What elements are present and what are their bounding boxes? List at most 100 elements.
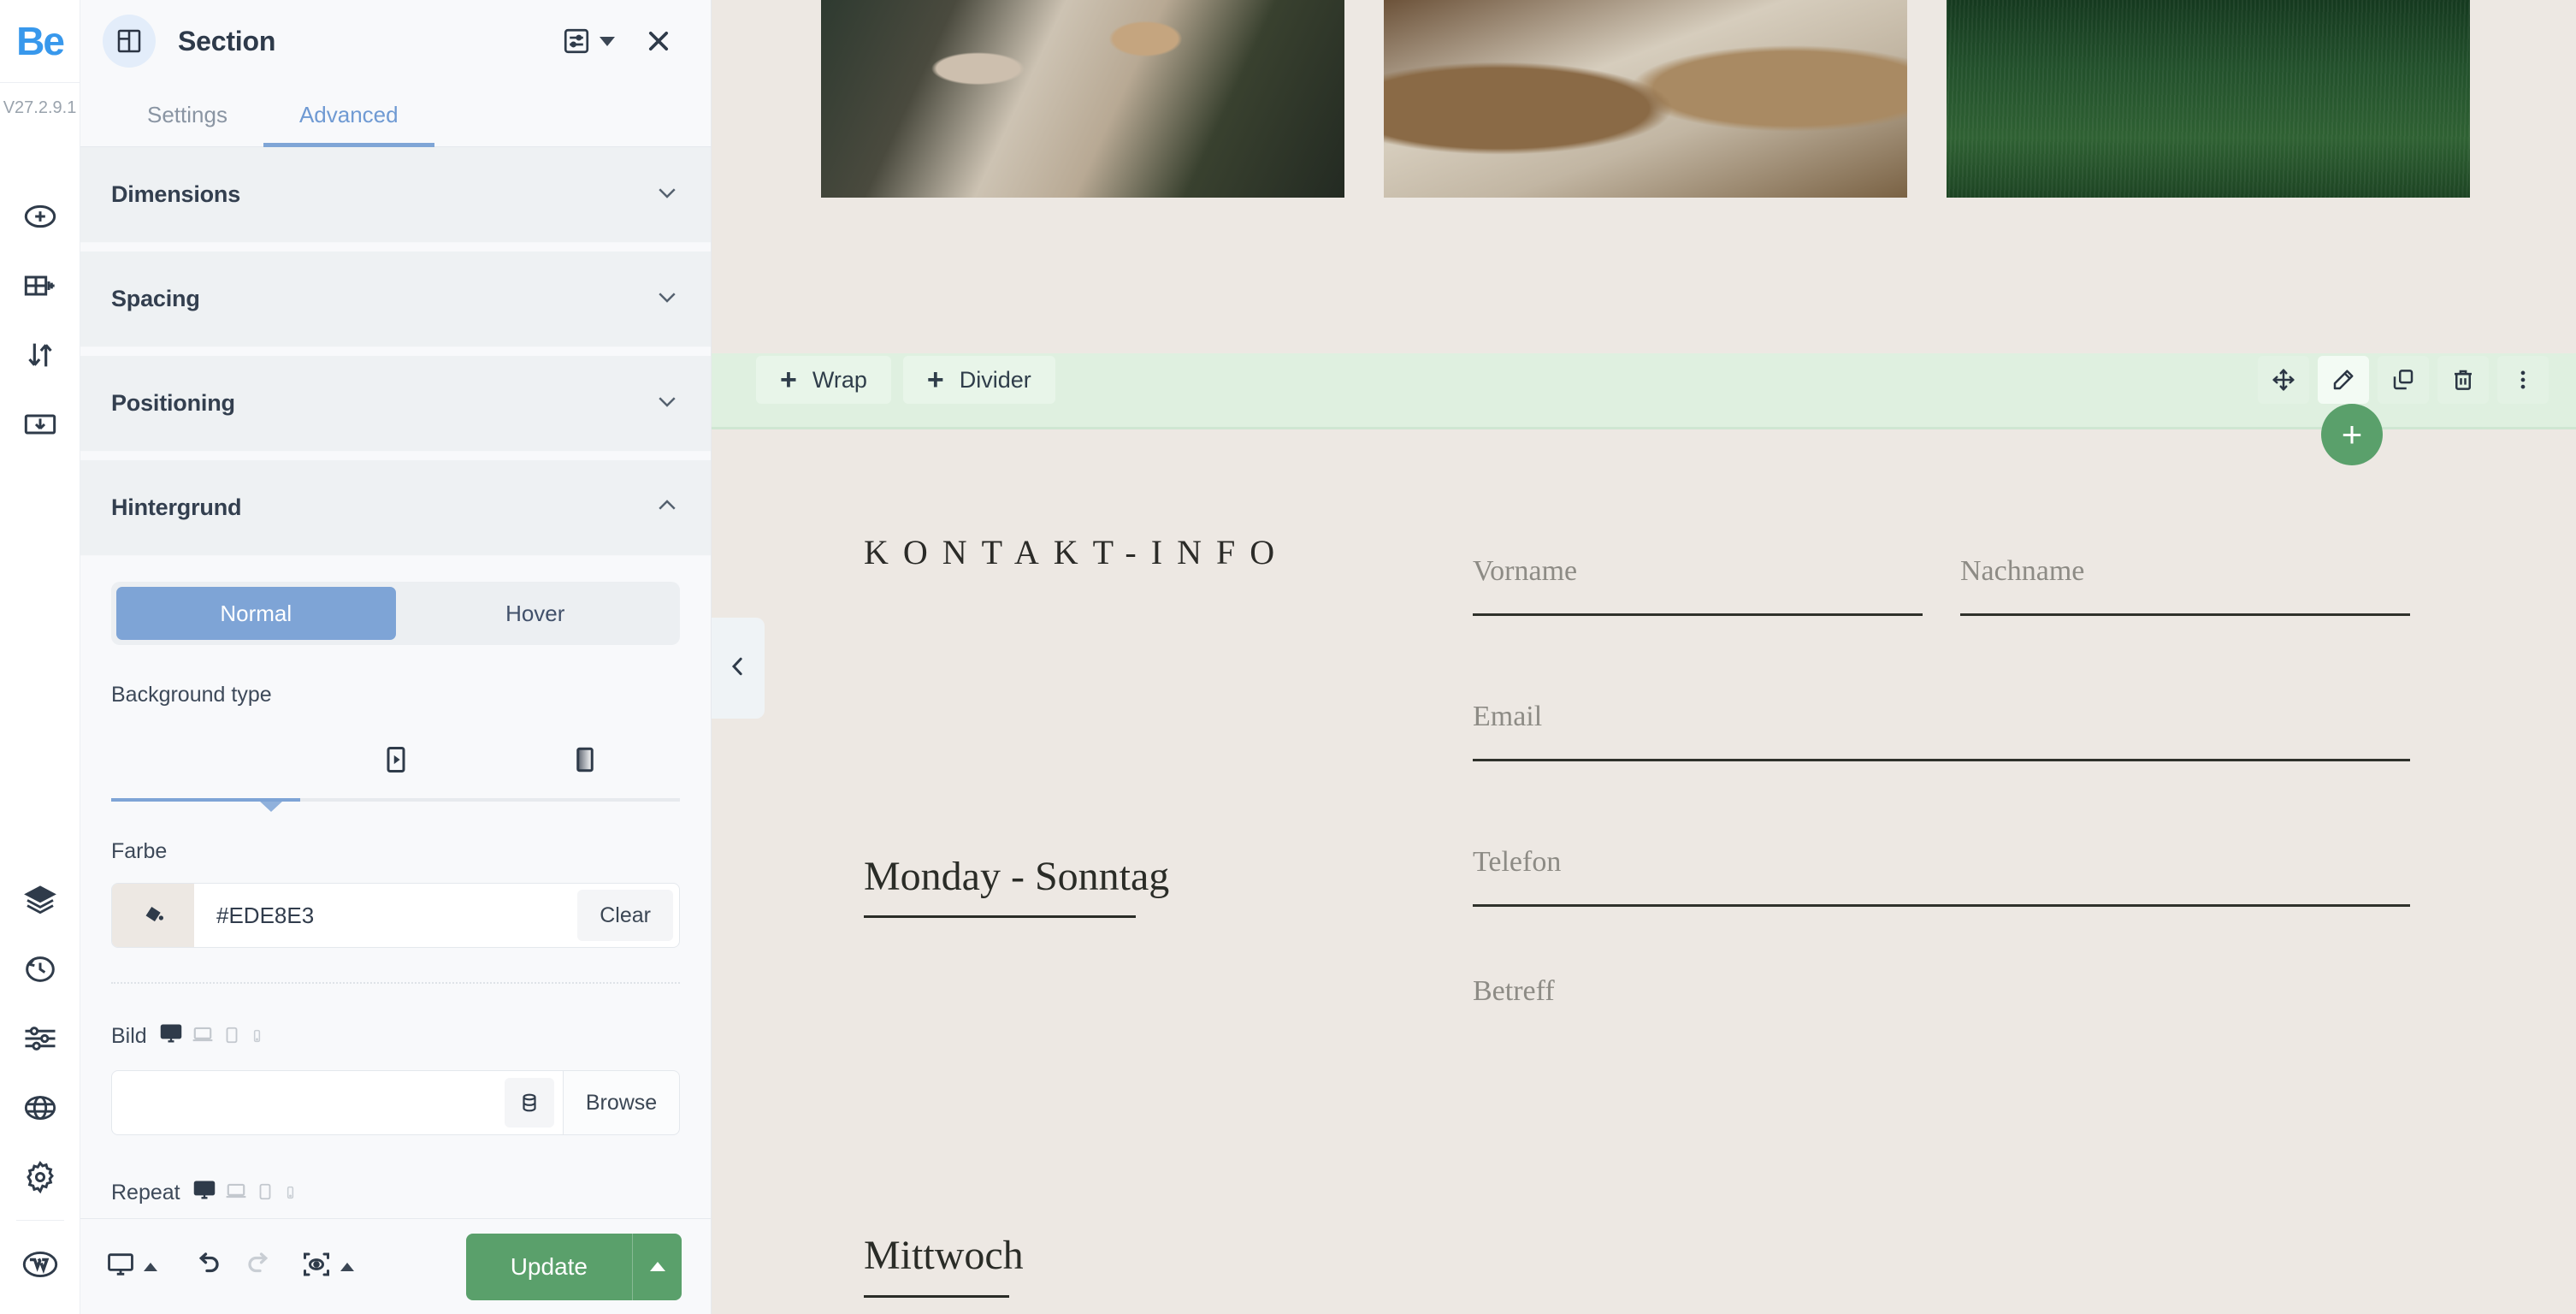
rail-item-global-settings[interactable] bbox=[0, 1003, 80, 1073]
desktop-icon bbox=[106, 1250, 135, 1283]
section-toolbar: + Wrap + Divider bbox=[712, 353, 2576, 406]
phone-input[interactable] bbox=[1473, 832, 2410, 907]
rail-item-history[interactable] bbox=[0, 934, 80, 1003]
viewport-selector[interactable] bbox=[106, 1250, 157, 1283]
element-settings-icon[interactable] bbox=[553, 18, 600, 64]
rail-item-preferences[interactable] bbox=[0, 1142, 80, 1211]
database-icon[interactable] bbox=[505, 1078, 554, 1128]
trash-icon[interactable] bbox=[2437, 356, 2489, 404]
close-icon[interactable] bbox=[635, 18, 682, 64]
rail-item-reorder[interactable] bbox=[0, 320, 80, 389]
state-toggle-hover[interactable]: Hover bbox=[396, 587, 676, 640]
laptop-icon[interactable] bbox=[225, 1180, 247, 1208]
chevron-down-icon[interactable] bbox=[600, 36, 615, 46]
undo-button[interactable] bbox=[192, 1249, 222, 1284]
rail-item-add-element[interactable] bbox=[0, 181, 80, 251]
rail-item-insert-template[interactable] bbox=[0, 389, 80, 459]
color-swatch-button[interactable] bbox=[112, 884, 194, 947]
image-rolling-pin-flour[interactable] bbox=[821, 0, 1344, 198]
chevron-down-icon bbox=[654, 180, 680, 210]
rail-item-website-settings[interactable] bbox=[0, 1073, 80, 1142]
circle-plus-icon bbox=[23, 199, 57, 234]
page-canvas: + Wrap + Divider + KONTAKT-INFO Monday -… bbox=[712, 0, 2576, 1314]
rail-item-wordpress[interactable] bbox=[0, 1229, 80, 1299]
chevron-down-icon bbox=[654, 388, 680, 418]
first-name-input[interactable] bbox=[1473, 541, 1923, 616]
image-path-input[interactable] bbox=[111, 1070, 564, 1135]
accordion-spacing[interactable]: Spacing bbox=[80, 252, 711, 347]
tablet-icon[interactable] bbox=[222, 1025, 241, 1051]
add-divider-button[interactable]: + Divider bbox=[902, 356, 1055, 404]
page-title: Section bbox=[178, 25, 276, 56]
preview-button[interactable] bbox=[301, 1249, 354, 1284]
desktop-icon[interactable] bbox=[159, 1021, 183, 1051]
redo-button[interactable] bbox=[245, 1249, 275, 1284]
desktop-icon[interactable] bbox=[192, 1178, 216, 1208]
background-type-video[interactable] bbox=[301, 737, 491, 786]
phone-icon[interactable] bbox=[250, 1027, 264, 1051]
image-green-field[interactable] bbox=[1947, 0, 2470, 198]
gradient-icon bbox=[570, 744, 600, 779]
opening-hours-underline-2 bbox=[864, 1295, 1009, 1298]
background-type-color[interactable] bbox=[111, 737, 301, 786]
last-name-cell bbox=[1960, 541, 2410, 616]
state-toggle-normal[interactable]: Normal bbox=[116, 587, 396, 640]
tablet-icon[interactable] bbox=[256, 1181, 275, 1208]
tab-settings[interactable]: Settings bbox=[111, 82, 263, 147]
move-icon[interactable] bbox=[2258, 356, 2309, 404]
background-type-options bbox=[111, 737, 680, 786]
chevron-down-icon bbox=[654, 284, 680, 314]
panel-collapse-handle[interactable] bbox=[712, 618, 765, 719]
background-type-indicator bbox=[111, 798, 680, 812]
browse-button[interactable]: Browse bbox=[564, 1070, 680, 1135]
image-baking-hands[interactable] bbox=[1384, 0, 1907, 198]
image-field: Browse bbox=[111, 1070, 680, 1135]
color-clear-button[interactable]: Clear bbox=[577, 890, 673, 941]
section-highlight-band bbox=[712, 406, 2576, 429]
field-divider bbox=[111, 982, 680, 984]
video-icon bbox=[381, 744, 411, 779]
section-actions bbox=[2258, 356, 2576, 404]
last-name-input[interactable] bbox=[1960, 541, 2410, 616]
chevron-left-icon bbox=[725, 654, 751, 684]
update-button[interactable]: Update bbox=[465, 1233, 682, 1300]
breakdance-logo[interactable]: Be bbox=[0, 0, 80, 82]
add-section-button[interactable]: + bbox=[2321, 404, 2383, 465]
rail-item-add-section[interactable] bbox=[0, 251, 80, 320]
undo-icon bbox=[192, 1249, 222, 1284]
accordion-hintergrund[interactable]: Hintergrund bbox=[80, 460, 711, 556]
form-gap bbox=[1473, 907, 2410, 962]
email-input[interactable] bbox=[1473, 686, 2410, 761]
add-wrap-button[interactable]: + Wrap bbox=[756, 356, 891, 404]
update-options-button[interactable] bbox=[632, 1233, 682, 1300]
globe-icon bbox=[23, 1091, 57, 1125]
accordion-hintergrund-label: Hintergrund bbox=[111, 494, 242, 520]
rail-top-group bbox=[0, 181, 80, 459]
color-field: #EDE8E3 Clear bbox=[111, 883, 680, 948]
sliders-icon bbox=[22, 1021, 58, 1057]
accordion-dimensions[interactable]: Dimensions bbox=[80, 147, 711, 243]
subject-input[interactable] bbox=[1473, 962, 2410, 1021]
phone-icon[interactable] bbox=[283, 1183, 298, 1208]
tab-advanced[interactable]: Advanced bbox=[263, 82, 434, 147]
panel-footer: Update bbox=[80, 1218, 711, 1314]
rail-item-layers[interactable] bbox=[0, 865, 80, 934]
duplicate-icon[interactable] bbox=[2378, 356, 2429, 404]
accordion-gap bbox=[80, 243, 711, 252]
accordion-positioning[interactable]: Positioning bbox=[80, 356, 711, 452]
panel-tabs: Settings Advanced bbox=[80, 82, 711, 147]
redo-icon bbox=[245, 1249, 275, 1284]
color-value-input[interactable]: #EDE8E3 bbox=[194, 884, 572, 947]
caret-up-icon bbox=[144, 1262, 157, 1271]
farbe-label: Farbe bbox=[111, 839, 168, 863]
template-insert-icon bbox=[23, 407, 57, 441]
laptop-icon[interactable] bbox=[192, 1023, 214, 1051]
accordion-spacing-label: Spacing bbox=[111, 286, 200, 311]
more-vertical-icon[interactable] bbox=[2497, 356, 2549, 404]
page-content: KONTAKT-INFO Monday - Sonntag Mittwoch bbox=[712, 429, 2576, 1314]
background-type-gradient[interactable] bbox=[490, 737, 680, 786]
edit-pencil-icon[interactable] bbox=[2318, 356, 2369, 404]
add-divider-label: Divider bbox=[959, 366, 1031, 393]
first-name-cell bbox=[1473, 541, 1923, 616]
gear-icon bbox=[22, 1159, 58, 1195]
